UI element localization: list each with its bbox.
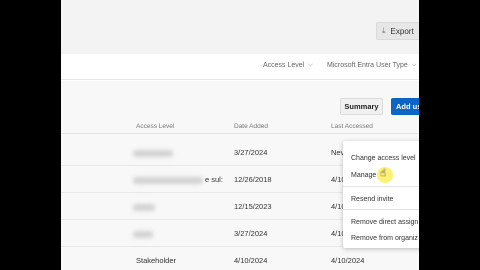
table-row[interactable]: Stakeholder 4/10/2024 4/10/2024 — [61, 247, 419, 270]
left-letterbox — [0, 0, 61, 270]
summary-button[interactable]: Summary — [340, 98, 383, 115]
menu-item-resend-invite[interactable]: Resend invite — [351, 196, 393, 203]
app-window: ⤓ Export Access Level ⌵ Microsoft Entra … — [61, 0, 419, 270]
column-header-access-level[interactable]: Access Level — [136, 123, 174, 130]
right-letterbox — [419, 0, 480, 270]
access-level-cell: e sul: — [205, 175, 223, 184]
column-header-date-added[interactable]: Date Added — [234, 123, 268, 130]
date-added-cell: 12/15/2023 — [234, 202, 272, 211]
chevron-down-icon: ⌵ — [411, 62, 417, 68]
redacted-text — [133, 231, 153, 238]
export-label: Export — [390, 26, 414, 36]
menu-divider — [343, 209, 419, 210]
page-header: ⤓ Export — [61, 0, 419, 54]
menu-item-change-access-level[interactable]: Change access level — [351, 155, 416, 162]
menu-item-manage[interactable]: Manage — [351, 172, 376, 179]
date-added-cell: 3/27/2024 — [234, 148, 268, 157]
filter-access-level-label: Access Level — [263, 62, 305, 69]
filter-bar: Access Level ⌵ Microsoft Entra User Type… — [61, 54, 419, 80]
chevron-down-icon: ⌵ — [308, 62, 313, 68]
date-added-cell: 12/26/2018 — [234, 175, 272, 184]
filter-access-level[interactable]: Access Level ⌵ — [263, 62, 313, 69]
date-added-cell: 3/27/2024 — [234, 229, 268, 238]
access-level-cell: Stakeholder — [136, 256, 177, 265]
menu-item-remove-direct-assignments[interactable]: Remove direct assign — [351, 219, 418, 226]
column-header-last-accessed[interactable]: Last Accessed — [331, 123, 373, 130]
menu-item-remove-from-organization[interactable]: Remove from organiz — [351, 235, 418, 242]
export-button[interactable]: ⤓ Export — [376, 22, 419, 40]
filter-user-type[interactable]: Microsoft Entra User Type ⌵ — [327, 62, 416, 69]
add-users-button[interactable]: Add us — [391, 98, 419, 115]
row-context-menu: Change access level Manage Resend invite… — [343, 141, 419, 248]
last-accessed-cell: 4/10/2024 — [331, 256, 365, 265]
redacted-text — [133, 204, 155, 211]
menu-divider — [343, 186, 419, 187]
download-icon: ⤓ — [382, 26, 386, 35]
redacted-text — [133, 150, 173, 157]
filter-user-type-label: Microsoft Entra User Type — [327, 62, 408, 69]
redacted-text — [133, 177, 203, 184]
header-divider — [61, 133, 419, 134]
hand-pointer-icon: ☝ — [380, 168, 387, 179]
date-added-cell: 4/10/2024 — [234, 256, 268, 265]
